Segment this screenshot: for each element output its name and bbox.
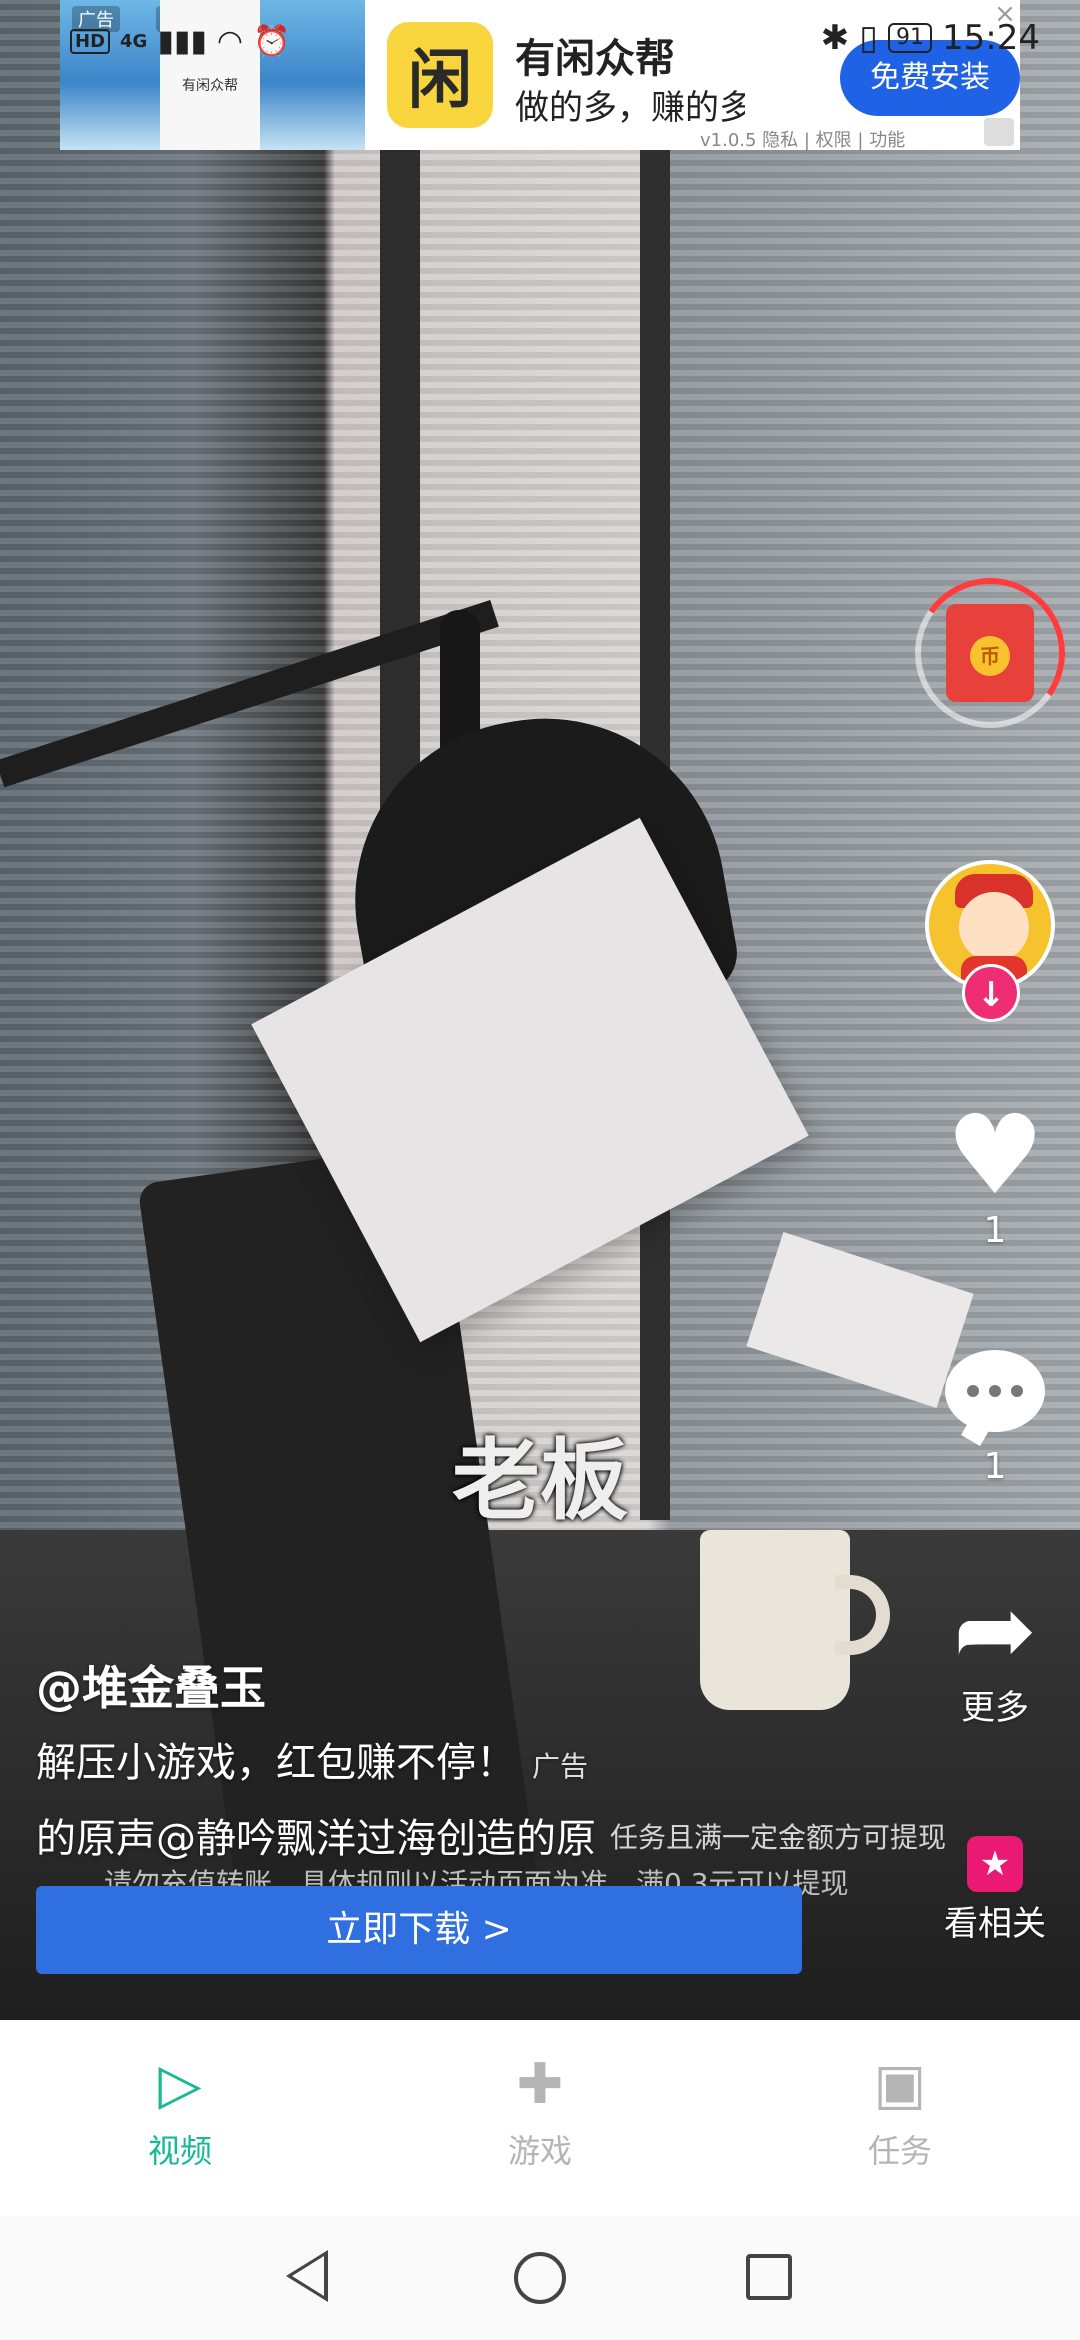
heart-icon: ♥ [945, 1091, 1045, 1219]
ad-meta-links[interactable]: v1.0.5 隐私 | 权限 | 功能 [700, 126, 905, 152]
download-follow-icon[interactable]: ↓ [962, 964, 1020, 1022]
like-button[interactable]: ♥ 1 [925, 1100, 1065, 1251]
ad-corner-icon [984, 118, 1014, 146]
description-text: 解压小游戏，红包赚不停！ [36, 1740, 516, 1786]
video-subtitle: 老板 [451, 1429, 628, 1532]
bottom-nav: ▷ 视频 ✚ 游戏 ▣ 任务 [0, 2020, 1080, 2216]
tab-label: 任务 [867, 2132, 932, 2170]
tab-game[interactable]: ✚ 游戏 [360, 2020, 720, 2216]
ad-label: 广告 [532, 1750, 589, 1783]
download-now-button[interactable]: 立即下载 > [36, 1886, 802, 1974]
home-icon[interactable] [514, 2252, 566, 2304]
related-label: 看相关 [944, 1904, 1046, 1944]
vibrate-icon: ▯ [859, 18, 879, 58]
wifi-icon: ◠ [216, 24, 244, 59]
share-icon: ➦ [953, 1571, 1037, 1688]
rules-text: 任务且满一定金额方可提现 [610, 1821, 947, 1854]
alarm-icon: ⏰ [253, 24, 291, 59]
red-packet-icon[interactable]: 币 [946, 604, 1034, 702]
star-icon: ★ [967, 1836, 1023, 1892]
status-bar: HD 4G ▮▮▮ ◠ ⏰ ✱ ▯ 91 15:24 [0, 0, 1080, 80]
coin-icon: 币 [970, 636, 1010, 676]
signal-icon: ▮▮▮ [157, 24, 207, 59]
gamepad-icon: ✚ [516, 2052, 564, 2117]
avatar-face [959, 892, 1029, 962]
network-type: 4G [120, 31, 148, 52]
time: 15:24 [942, 18, 1040, 58]
ad-app-subtitle: 做的多，赚的多! [515, 88, 745, 128]
system-nav-bar [0, 2216, 1080, 2340]
recent-apps-icon[interactable] [746, 2254, 792, 2300]
tab-label: 游戏 [507, 2132, 572, 2170]
coffee-mug [700, 1530, 850, 1710]
status-left: HD 4G ▮▮▮ ◠ ⏰ [70, 24, 290, 59]
bluetooth-icon: ✱ [820, 18, 850, 58]
back-icon[interactable] [286, 2250, 328, 2302]
gift-icon: ▣ [873, 2052, 927, 2117]
tab-label: 视频 [147, 2132, 212, 2170]
username[interactable]: @堆金叠玉 [36, 1652, 266, 1718]
tab-video[interactable]: ▷ 视频 [0, 2020, 360, 2216]
share-label: 更多 [961, 1688, 1029, 1728]
music-credit[interactable]: 的原声@静吟飘洋过海创造的原 [36, 1806, 636, 1864]
hd-icon: HD [70, 29, 111, 54]
tab-task[interactable]: ▣ 任务 [720, 2020, 1080, 2216]
post-description: 解压小游戏，红包赚不停！ 广告 [36, 1730, 588, 1788]
play-icon: ▷ [158, 2052, 202, 2117]
battery-icon: 91 [888, 23, 933, 53]
share-button[interactable]: ➦ 更多 [925, 1580, 1065, 1729]
status-right: ✱ ▯ 91 15:24 [821, 18, 1040, 58]
